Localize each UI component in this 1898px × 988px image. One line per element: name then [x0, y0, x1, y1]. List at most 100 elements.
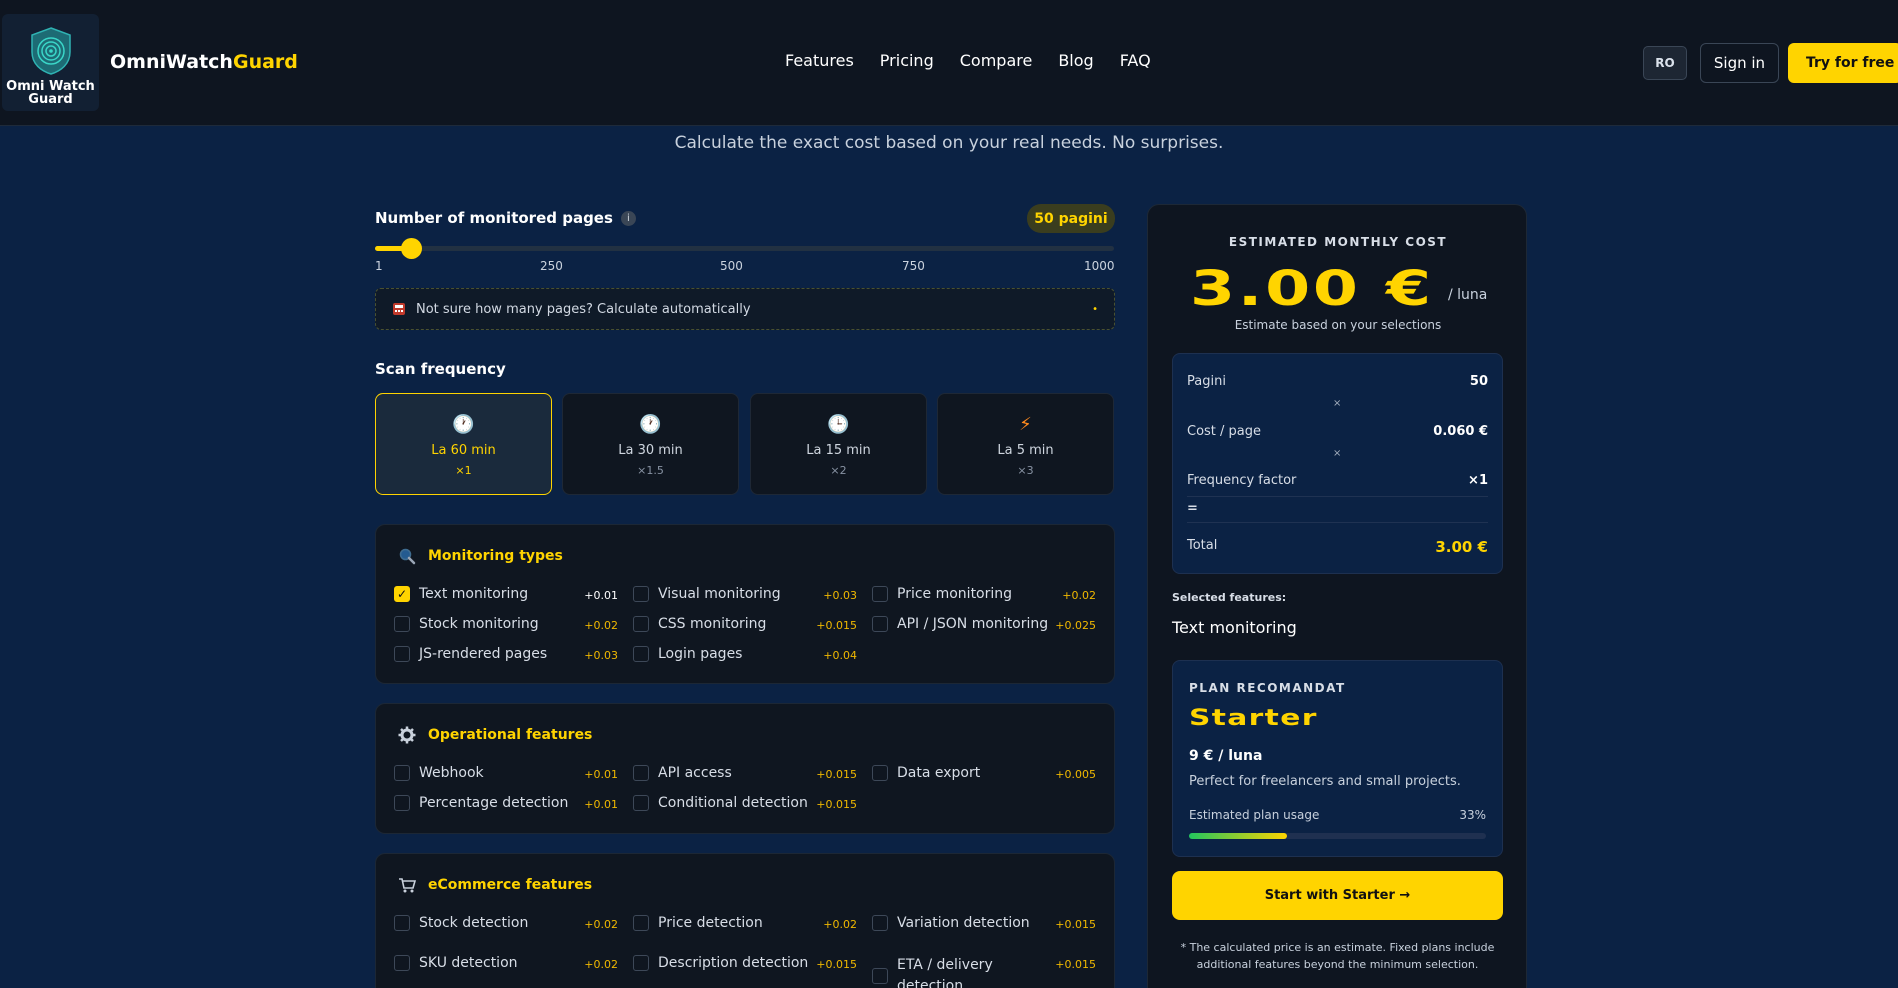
freq-name: La 5 min — [997, 443, 1054, 458]
pages-label: Number of monitored pages — [375, 209, 613, 227]
clock-icon: 🕒 — [827, 414, 850, 435]
option-price: +0.01 — [584, 589, 618, 602]
tick-label: 500 — [720, 259, 743, 273]
nav-pricing[interactable]: Pricing — [880, 51, 934, 70]
checkbox-checked[interactable]: ✓ — [394, 586, 410, 602]
option-price: +0.02 — [823, 918, 857, 931]
main-nav: Features Pricing Compare Blog FAQ — [785, 51, 1151, 70]
option-label: Stock monitoring — [419, 616, 539, 632]
slider-thumb[interactable] — [401, 238, 422, 259]
freq-option-60[interactable]: 🕐 La 60 min ×1 — [375, 393, 552, 495]
option-webhook[interactable]: Webhook — [394, 765, 484, 781]
option-price: +0.02 — [584, 619, 618, 632]
logo-text: Omni Watch Guard — [2, 80, 99, 106]
nav-compare[interactable]: Compare — [960, 51, 1033, 70]
checkbox[interactable] — [394, 955, 410, 971]
breakdown-value: 50 — [1469, 374, 1488, 389]
breakdown-total-value: 3.00 € — [1435, 538, 1488, 556]
checkbox[interactable] — [394, 915, 410, 931]
pages-badge: 50 pagini — [1027, 204, 1115, 233]
monitoring-types-panel: Monitoring types ✓ Text monitoring +0.01 … — [375, 524, 1115, 684]
freq-mult: ×1 — [455, 464, 472, 477]
option-css-monitoring[interactable]: CSS monitoring — [633, 616, 766, 632]
option-visual-monitoring[interactable]: Visual monitoring — [633, 586, 781, 602]
option-js-rendered-pages[interactable]: JS-rendered pages — [394, 646, 547, 662]
option-stock-monitoring[interactable]: Stock monitoring — [394, 616, 539, 632]
option-price: +0.015 — [816, 958, 857, 971]
option-price: +0.015 — [816, 768, 857, 781]
checkbox[interactable] — [633, 955, 649, 971]
panel-title-text: Monitoring types — [428, 548, 563, 564]
option-price: +0.015 — [816, 619, 857, 632]
sign-in-button[interactable]: Sign in — [1700, 43, 1779, 83]
logo[interactable]: Omni Watch Guard — [2, 14, 99, 111]
plan-name: Starter — [1189, 706, 1318, 731]
checkbox[interactable] — [394, 646, 410, 662]
checkbox[interactable] — [872, 616, 888, 632]
checkbox[interactable] — [394, 616, 410, 632]
freq-option-5[interactable]: ⚡ La 5 min ×3 — [937, 393, 1114, 495]
try-free-button[interactable]: Try for free — [1788, 43, 1898, 83]
option-api-access[interactable]: API access — [633, 765, 732, 781]
checkbox[interactable] — [872, 765, 888, 781]
option-price-detection[interactable]: Price detection — [633, 915, 763, 931]
checkbox[interactable] — [394, 765, 410, 781]
option-sku-detection[interactable]: SKU detection — [394, 955, 518, 971]
freq-option-30[interactable]: 🕐 La 30 min ×1.5 — [562, 393, 739, 495]
language-button[interactable]: RO — [1643, 46, 1687, 80]
option-label: Price detection — [658, 915, 763, 931]
checkbox[interactable] — [872, 968, 888, 984]
nav-features[interactable]: Features — [785, 51, 854, 70]
cost-title: ESTIMATED MONTHLY COST — [1228, 235, 1448, 249]
times-icon: × — [1333, 448, 1342, 459]
freq-mult: ×3 — [1017, 464, 1034, 477]
option-text-monitoring[interactable]: ✓ Text monitoring — [394, 586, 528, 602]
estimated-cost-card: ESTIMATED MONTHLY COST 3.00 € / luna Est… — [1147, 204, 1527, 988]
option-label: Conditional detection — [658, 795, 808, 811]
brand-name[interactable]: OmniWatchGuard — [110, 51, 298, 73]
option-price: +0.02 — [1062, 589, 1096, 602]
option-login-pages[interactable]: Login pages — [633, 646, 742, 662]
option-variation-detection[interactable]: Variation detection — [872, 915, 1030, 931]
option-price-monitoring[interactable]: Price monitoring — [872, 586, 1012, 602]
nav-blog[interactable]: Blog — [1058, 51, 1093, 70]
option-api-json-monitoring[interactable]: API / JSON monitoring — [872, 616, 1048, 632]
option-description-detection[interactable]: Description detection — [633, 955, 808, 971]
divider — [1187, 496, 1488, 497]
plan-heading: PLAN RECOMANDAT — [1189, 681, 1346, 695]
option-percentage-detection[interactable]: Percentage detection — [394, 795, 568, 811]
option-data-export[interactable]: Data export — [872, 765, 980, 781]
option-eta-delivery-detection[interactable]: ETA / delivery detection — [872, 955, 1012, 988]
option-conditional-detection[interactable]: Conditional detection — [633, 795, 808, 811]
pages-slider[interactable] — [375, 238, 1114, 259]
usage-bar-fill — [1189, 833, 1287, 839]
option-stock-detection[interactable]: Stock detection — [394, 915, 528, 931]
freq-name: La 15 min — [806, 443, 871, 458]
checkbox[interactable] — [633, 795, 649, 811]
times-icon: × — [1333, 398, 1342, 409]
freq-option-15[interactable]: 🕒 La 15 min ×2 — [750, 393, 927, 495]
checkbox[interactable] — [872, 586, 888, 602]
checkbox[interactable] — [633, 765, 649, 781]
panel-title: Operational features — [398, 726, 592, 744]
checkbox[interactable] — [394, 795, 410, 811]
auto-calculate-box[interactable]: Not sure how many pages? Calculate autom… — [375, 288, 1115, 330]
option-price: +0.02 — [584, 958, 618, 971]
breakdown-label: Pagini — [1187, 374, 1226, 389]
checkbox[interactable] — [872, 915, 888, 931]
panel-title-text: eCommerce features — [428, 877, 593, 893]
cost-amount: 3.00 € — [1190, 261, 1434, 317]
option-label: JS-rendered pages — [419, 646, 548, 662]
logo-text-line2: Guard — [28, 92, 73, 107]
option-label: API access — [658, 765, 732, 781]
info-icon[interactable]: i — [620, 210, 636, 226]
checkbox[interactable] — [633, 915, 649, 931]
nav-faq[interactable]: FAQ — [1120, 51, 1151, 70]
checkbox[interactable] — [633, 586, 649, 602]
checkbox[interactable] — [633, 616, 649, 632]
option-label: Data export — [897, 765, 981, 781]
recommended-plan: PLAN RECOMANDAT Starter 9 € / luna Perfe… — [1172, 660, 1503, 857]
checkbox[interactable] — [633, 646, 649, 662]
calculator-icon — [393, 303, 405, 315]
start-with-starter-button[interactable]: Start with Starter → — [1172, 871, 1503, 920]
